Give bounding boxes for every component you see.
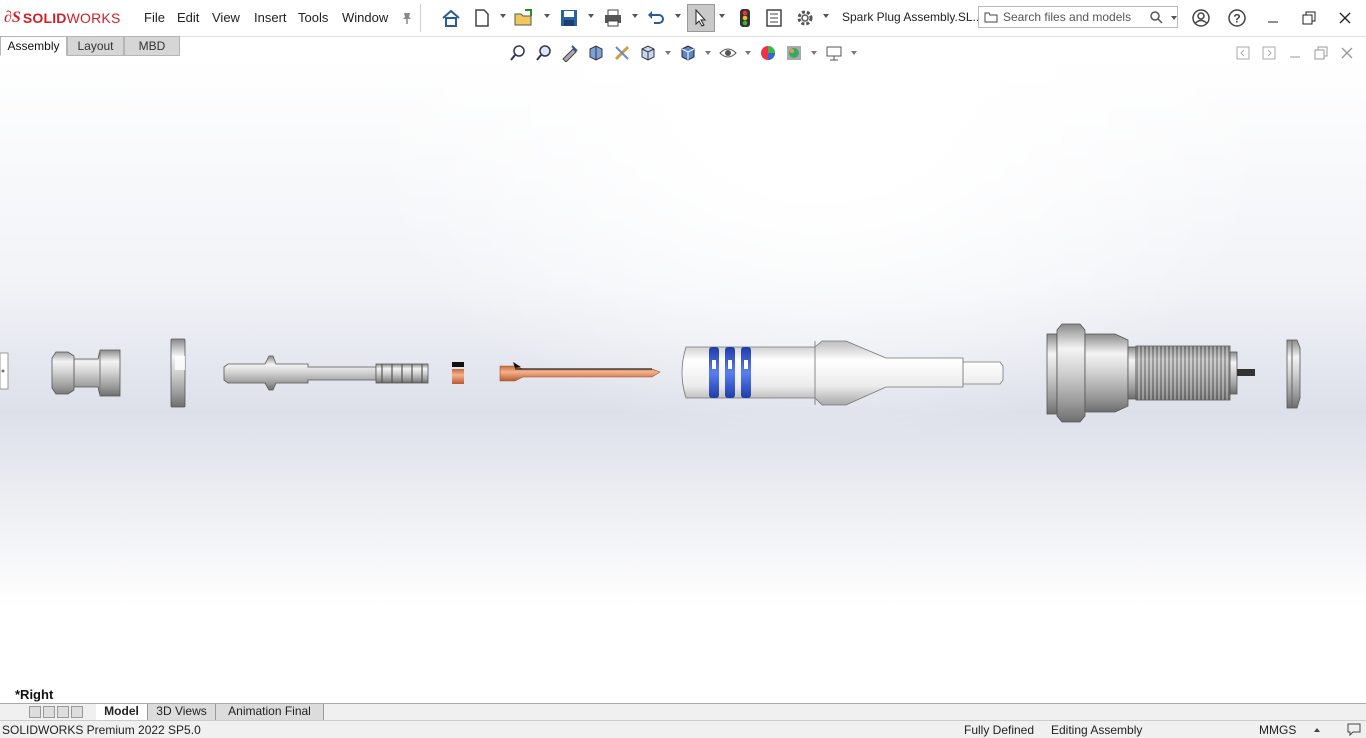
undo-icon[interactable] <box>644 6 668 30</box>
viewport-close-icon[interactable] <box>1336 43 1358 63</box>
viewport-edge-handle[interactable] <box>0 352 9 390</box>
part-terminal-stud[interactable] <box>223 355 429 391</box>
next-tab-icon[interactable] <box>57 706 69 718</box>
part-ceramic-insulator[interactable] <box>681 340 1004 406</box>
close-icon[interactable] <box>1327 6 1363 30</box>
zoom-to-fit-icon[interactable] <box>507 43 529 63</box>
select-icon[interactable] <box>687 4 715 32</box>
home-icon[interactable] <box>439 6 463 30</box>
folder-icon[interactable] <box>984 10 998 24</box>
document-tabs-bar: Model 3D Views Animation Final <box>0 703 1366 721</box>
tab-model[interactable]: Model <box>96 704 148 720</box>
view-settings-caret-icon[interactable] <box>851 51 857 55</box>
first-tab-icon[interactable] <box>29 706 41 718</box>
previous-view-icon[interactable] <box>559 43 581 63</box>
new-document-icon[interactable] <box>470 6 494 30</box>
display-style-caret-icon[interactable] <box>705 51 711 55</box>
traffic-light-icon[interactable] <box>733 6 757 30</box>
tab-mbd[interactable]: MBD <box>124 36 180 56</box>
part-gasket-ring[interactable] <box>1286 339 1301 409</box>
settings-dropdown-caret-icon[interactable] <box>823 14 829 18</box>
tab-animation-final[interactable]: Animation Final <box>216 704 324 720</box>
pane-left-icon[interactable] <box>1232 43 1254 63</box>
editing-status: Editing Assembly <box>1051 723 1143 737</box>
menu-edit[interactable]: Edit <box>177 10 199 25</box>
open-dropdown-caret-icon[interactable] <box>544 14 550 18</box>
search-box[interactable] <box>978 6 1178 28</box>
restore-icon[interactable] <box>1291 6 1327 30</box>
display-style-icon[interactable] <box>677 43 699 63</box>
previous-tab-icon[interactable] <box>43 706 55 718</box>
part-terminal-nut[interactable] <box>51 349 121 397</box>
chat-icon[interactable] <box>1346 722 1362 736</box>
solidworks-logo[interactable]: ∂S SOLIDWORKS <box>4 8 120 28</box>
ds-logo-icon: ∂S <box>4 9 21 26</box>
view-settings-icon[interactable] <box>823 43 845 63</box>
hide-show-icon[interactable] <box>717 43 739 63</box>
svg-text:?: ? <box>1233 12 1240 26</box>
search-icon[interactable] <box>1149 10 1163 24</box>
title-bar: ∂S SOLIDWORKS File Edit View Insert Tool… <box>0 0 1366 37</box>
minimize-icon[interactable] <box>1255 6 1291 30</box>
tab-3d-views[interactable]: 3D Views <box>148 704 216 720</box>
save-dropdown-caret-icon[interactable] <box>588 14 594 18</box>
viewport-minimize-icon[interactable] <box>1284 43 1306 63</box>
help-icon[interactable]: ? <box>1219 6 1255 30</box>
zoom-to-area-icon[interactable] <box>533 43 555 63</box>
definition-status: Fully Defined <box>964 723 1035 737</box>
undo-dropdown-caret-icon[interactable] <box>675 14 681 18</box>
apply-scene-icon[interactable] <box>783 43 805 63</box>
search-dropdown-caret-icon[interactable] <box>1171 16 1177 20</box>
view-orientation-icon[interactable] <box>637 43 659 63</box>
menu-divider <box>420 4 421 32</box>
unit-system[interactable]: MMGS <box>1259 723 1296 737</box>
save-icon[interactable] <box>557 6 581 30</box>
print-icon[interactable] <box>601 6 625 30</box>
menu-view[interactable]: View <box>212 10 240 25</box>
view-orientation-label: *Right <box>15 687 54 702</box>
user-icon[interactable] <box>1183 6 1219 30</box>
graphics-area[interactable] <box>0 57 1366 703</box>
search-input[interactable] <box>1003 9 1143 25</box>
menu-file[interactable]: File <box>144 10 165 25</box>
open-icon[interactable] <box>512 6 536 30</box>
settings-gear-icon[interactable] <box>793 6 817 30</box>
part-washer[interactable] <box>170 338 186 408</box>
unit-system-caret-icon[interactable] <box>1314 728 1320 732</box>
menu-insert[interactable]: Insert <box>254 10 287 25</box>
part-center-electrode[interactable] <box>499 362 661 382</box>
product-version: SOLIDWORKS Premium 2022 SP5.0 <box>2 723 201 737</box>
pane-right-icon[interactable] <box>1258 43 1280 63</box>
menu-window[interactable]: Window <box>342 10 388 25</box>
hide-show-caret-icon[interactable] <box>745 51 751 55</box>
status-bar: SOLIDWORKS Premium 2022 SP5.0 Fully Defi… <box>0 720 1366 738</box>
pin-menu-icon[interactable] <box>395 6 419 30</box>
part-copper-seal[interactable] <box>452 362 464 384</box>
select-dropdown-caret-icon[interactable] <box>719 14 725 18</box>
menu-tools[interactable]: Tools <box>298 10 328 25</box>
document-title: Spark Plug Assembly.SL... <box>842 10 983 24</box>
last-tab-icon[interactable] <box>71 706 83 718</box>
viewport-restore-icon[interactable] <box>1310 43 1332 63</box>
new-dropdown-caret-icon[interactable] <box>500 14 506 18</box>
view-orientation-caret-icon[interactable] <box>665 51 671 55</box>
print-dropdown-caret-icon[interactable] <box>632 14 638 18</box>
edit-appearance-icon[interactable] <box>757 43 779 63</box>
tab-layout[interactable]: Layout <box>67 36 124 56</box>
part-metal-shell[interactable] <box>1046 323 1255 423</box>
dynamic-annotation-icon[interactable] <box>611 43 633 63</box>
options-list-icon[interactable] <box>762 6 786 30</box>
exploded-assembly-view <box>0 323 1301 423</box>
tab-assembly[interactable]: Assembly <box>0 36 67 56</box>
apply-scene-caret-icon[interactable] <box>811 51 817 55</box>
section-view-icon[interactable] <box>585 43 607 63</box>
